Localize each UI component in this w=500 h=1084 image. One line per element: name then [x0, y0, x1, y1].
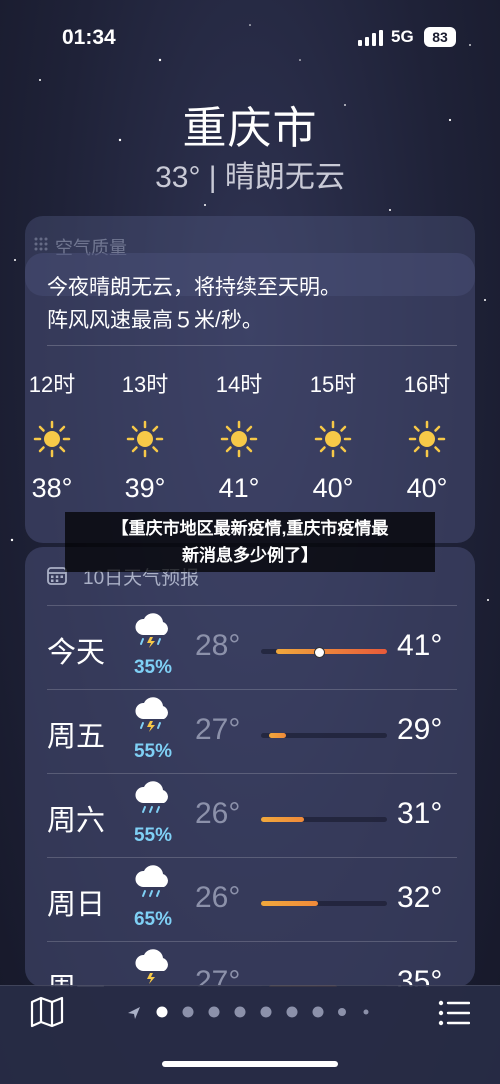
battery-icon: 83 [424, 27, 456, 47]
hour-label: 16时 [403, 372, 451, 397]
day-name: 周一 [47, 965, 105, 987]
forecast-summary: 今夜晴朗无云，将持续至天明。 阵风风速最高５米/秒。 [47, 271, 457, 337]
high-temp: 29° [397, 713, 443, 746]
sun-icon [408, 420, 446, 458]
day-row[interactable]: 周六 55% 26° 31° [25, 773, 475, 857]
sun-icon [33, 420, 71, 458]
low-temp: 26° [195, 797, 241, 830]
day-row[interactable]: 今天 35% 28° 41° [25, 605, 475, 689]
home-indicator[interactable] [162, 1061, 338, 1067]
current-temp-marker [313, 647, 325, 658]
hour-temp: 38° [31, 473, 73, 503]
hour-item: 15时 40° [293, 367, 373, 504]
temp-range-bar [261, 901, 387, 906]
rain-icon [135, 781, 168, 813]
page-dot [363, 1009, 369, 1015]
page-dot [286, 1006, 298, 1018]
cellular-signal-icon [358, 30, 383, 46]
divider [47, 605, 457, 606]
ten-day-forecast-card[interactable]: 10日天气预报 今天 35% 28° 41° 周五 55% 27° 29° 周六… [25, 547, 475, 987]
hour-label: 15时 [309, 372, 357, 397]
page-dot [260, 1006, 272, 1018]
high-temp: 32° [397, 881, 443, 914]
page-dot [208, 1006, 220, 1018]
hour-temp: 40° [312, 473, 354, 503]
divider [47, 773, 457, 774]
hour-item: 16时 40° [387, 367, 467, 504]
hour-item: 13时 39° [105, 367, 185, 504]
temp-range-fill [276, 649, 387, 654]
precip-chance: 55% [133, 825, 173, 846]
hour-label: 12时 [28, 372, 76, 397]
temp-range-fill [261, 817, 304, 822]
current-temp-condition: 33° | 晴朗无云 [155, 161, 345, 194]
precip-chance: 65% [133, 909, 173, 930]
status-time: 01:34 [62, 26, 116, 49]
page-dot [156, 1006, 168, 1018]
page-dot [234, 1006, 246, 1018]
divider [47, 941, 457, 942]
precip-chance: 55% [133, 741, 173, 762]
day-row[interactable]: 周五 55% 27° 29° [25, 689, 475, 773]
temp-range-bar [261, 733, 387, 738]
day-name: 周五 [47, 721, 106, 753]
list-icon[interactable] [438, 1000, 470, 1026]
low-temp: 28° [195, 629, 241, 662]
hour-temp: 39° [124, 473, 166, 503]
bottom-toolbar [0, 985, 500, 1084]
temp-range-bar [261, 647, 387, 658]
status-bar: 01:34 5G 83 [0, 22, 500, 52]
day-name: 周日 [47, 889, 106, 921]
headline-line: 【重庆市地区最新疫情,重庆市疫情最 [111, 519, 389, 538]
hour-label: 13时 [121, 372, 169, 397]
low-temp: 27° [195, 713, 241, 746]
low-temp: 26° [195, 881, 241, 914]
divider [47, 857, 457, 858]
thunderstorm-icon [135, 613, 168, 648]
sun-icon [126, 420, 164, 458]
high-temp: 31° [397, 797, 443, 830]
hour-item: 12时 38° [12, 367, 92, 504]
sun-icon [220, 420, 258, 458]
high-temp: 41° [397, 629, 443, 662]
page-dot [312, 1006, 324, 1018]
divider [47, 345, 457, 346]
day-row[interactable]: 周日 65% 26° 32° [25, 857, 475, 941]
location-arrow-icon [128, 1007, 140, 1019]
thunderstorm-icon [135, 697, 168, 732]
city-name: 重庆市 [182, 104, 318, 153]
temp-range-fill [268, 733, 287, 738]
temp-range-bar [261, 817, 387, 822]
page-dot [338, 1008, 346, 1016]
page-dot [182, 1006, 194, 1018]
hour-temp: 40° [406, 473, 448, 503]
divider [47, 689, 457, 690]
page-indicator[interactable] [126, 1004, 376, 1020]
calendar-icon [47, 567, 67, 585]
day-name: 周六 [47, 805, 106, 837]
headline-line: 新消息多少例了】 [182, 546, 318, 565]
thunderstorm-icon [135, 949, 168, 984]
air-quality-icon [34, 237, 48, 251]
hour-item: 14时 41° [199, 367, 279, 504]
precip-chance: 35% [133, 657, 173, 678]
rain-icon [135, 865, 168, 897]
hour-temp: 41° [218, 473, 260, 503]
summary-line: 阵风风速最高５米/秒。 [47, 309, 263, 332]
day-row[interactable]: 周一 27° 35° [25, 941, 475, 987]
news-headline-banner[interactable]: 【重庆市地区最新疫情,重庆市疫情最 新消息多少例了】 [65, 512, 435, 572]
temp-range-fill [261, 901, 318, 906]
summary-line: 今夜晴朗无云，将持续至天明。 [47, 276, 341, 299]
day-name: 今天 [47, 637, 106, 669]
network-type: 5G [391, 27, 414, 46]
sun-icon [314, 420, 352, 458]
map-icon[interactable] [30, 996, 64, 1028]
high-temp: 35° [397, 965, 443, 987]
hour-label: 14时 [215, 372, 263, 397]
low-temp: 27° [195, 965, 241, 987]
